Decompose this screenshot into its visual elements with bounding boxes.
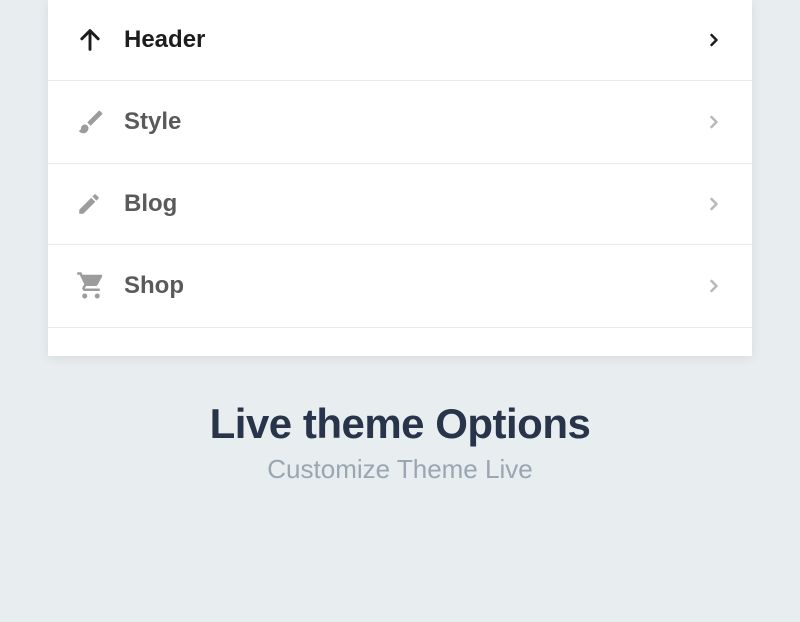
- chevron-right-icon: [704, 30, 724, 50]
- menu-item-style[interactable]: Style: [48, 81, 752, 164]
- chevron-right-icon: [704, 194, 724, 214]
- panel-bottom-spacer: [48, 328, 752, 356]
- menu-item-label: Style: [124, 108, 704, 136]
- menu-item-label: Blog: [124, 190, 704, 218]
- chevron-right-icon: [704, 276, 724, 296]
- cart-icon: [76, 271, 112, 301]
- pencil-icon: [76, 191, 112, 217]
- heading-block: Live theme Options Customize Theme Live: [0, 400, 800, 485]
- arrow-up-icon: [76, 26, 112, 54]
- options-panel: Header Style Blog: [48, 0, 752, 356]
- menu-item-blog[interactable]: Blog: [48, 164, 752, 245]
- chevron-right-icon: [704, 112, 724, 132]
- page-title: Live theme Options: [0, 400, 800, 448]
- menu-item-header[interactable]: Header: [48, 0, 752, 81]
- page-subtitle: Customize Theme Live: [0, 454, 800, 485]
- brush-icon: [76, 107, 112, 137]
- menu-item-label: Header: [124, 26, 704, 54]
- menu-item-label: Shop: [124, 272, 704, 300]
- menu-item-shop[interactable]: Shop: [48, 245, 752, 328]
